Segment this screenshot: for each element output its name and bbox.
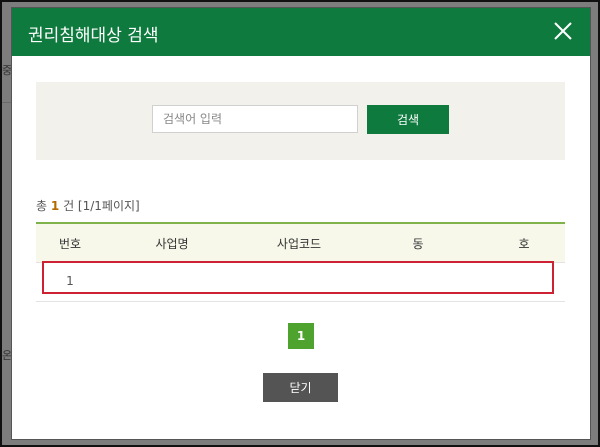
background-fragment: 중 <box>2 64 13 77</box>
result-count: 총 1 건 [1/1페이지] <box>36 197 140 214</box>
column-header-project-name: 사업명 <box>155 237 189 251</box>
dialog-header: 권리침해대상 검색 <box>12 8 590 56</box>
search-input[interactable] <box>152 105 358 133</box>
screenshot-frame: 중 온 권리침해대상 검색 검색 총 1 건 [1/1페이지] 번호 사업명 사… <box>0 0 600 447</box>
row-highlight-box <box>42 261 554 294</box>
column-header-project-code: 사업코드 <box>276 237 322 251</box>
search-dialog: 권리침해대상 검색 검색 총 1 건 [1/1페이지] 번호 사업명 사업코드 … <box>12 8 590 439</box>
result-count-prefix: 총 <box>36 199 48 213</box>
background-line <box>2 102 12 103</box>
column-header-number: 번호 <box>58 237 82 251</box>
search-panel: 검색 <box>36 82 565 160</box>
close-button[interactable]: 닫기 <box>263 373 338 402</box>
column-header-building: 동 <box>412 237 424 251</box>
result-count-suffix: 건 [1/1페이지] <box>63 199 140 213</box>
page-button-current[interactable]: 1 <box>288 323 314 349</box>
column-header-unit: 호 <box>518 237 530 251</box>
background-fragment: 온 <box>2 349 13 362</box>
dialog-title: 권리침해대상 검색 <box>28 26 159 46</box>
search-button[interactable]: 검색 <box>367 105 449 134</box>
table-header: 번호 사업명 사업코드 동 호 <box>36 224 565 262</box>
result-count-number: 1 <box>50 199 60 213</box>
close-icon[interactable] <box>552 20 574 42</box>
